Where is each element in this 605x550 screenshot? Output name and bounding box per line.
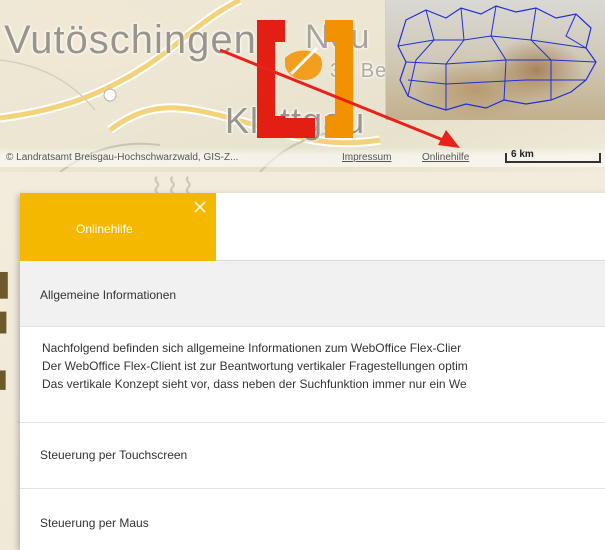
close-icon[interactable] [192, 199, 208, 215]
scale-label: 6 km [511, 149, 534, 160]
overview-boundaries [397, 5, 597, 111]
map-footer: © Landratsamt Breisgau-Hochschwarzwald, … [0, 147, 605, 167]
copyright-text: © Landratsamt Breisgau-Hochschwarzwald, … [6, 152, 239, 163]
scale-bar: 6 km [505, 147, 601, 165]
accordion-touchscreen[interactable]: Steuerung per Touchscreen [20, 422, 605, 489]
section-title-mouse: Steuerung per Maus [40, 516, 149, 530]
general-text-line: Das vertikale Konzept sieht vor, dass ne… [42, 377, 467, 391]
general-content: Nachfolgend befinden sich allgemeine Inf… [20, 327, 605, 422]
tab-label: Onlinehilfe [76, 222, 133, 236]
scale-tick-right [599, 153, 601, 163]
section-title-general: Allgemeine Informationen [40, 288, 177, 302]
impressum-link[interactable]: Impressum [342, 152, 391, 163]
map-edge-marker: ▌ [0, 312, 13, 332]
section-title-touchscreen: Steuerung per Touchscreen [40, 448, 188, 462]
help-panel: Onlinehilfe Allgemeine Informationen Nac… [20, 193, 605, 550]
district-logo-icon [257, 20, 353, 138]
accordion-general[interactable]: Allgemeine Informationen [20, 261, 605, 327]
panel-header: Onlinehilfe [20, 193, 605, 261]
map-edge-marker: ▌ [0, 372, 12, 389]
scale-line [505, 161, 601, 163]
tab-onlinehilfe[interactable]: Onlinehilfe [20, 193, 216, 261]
overview-map[interactable] [385, 0, 605, 120]
general-text-line: Der WebOffice Flex-Client ist zur Beantw… [42, 359, 468, 373]
map-edge-marker: ▌ [0, 272, 16, 297]
general-text-line: Nachfolgend befinden sich allgemeine Inf… [42, 341, 462, 355]
accordion-mouse[interactable]: Steuerung per Maus [20, 489, 605, 550]
onlinehilfe-link[interactable]: Onlinehilfe [422, 152, 469, 163]
map-view[interactable]: Vutöschingen Neu 34 Ber Klettgau © Landr… [0, 0, 605, 172]
place-label-vutoeschingen: Vutöschingen [4, 18, 257, 62]
